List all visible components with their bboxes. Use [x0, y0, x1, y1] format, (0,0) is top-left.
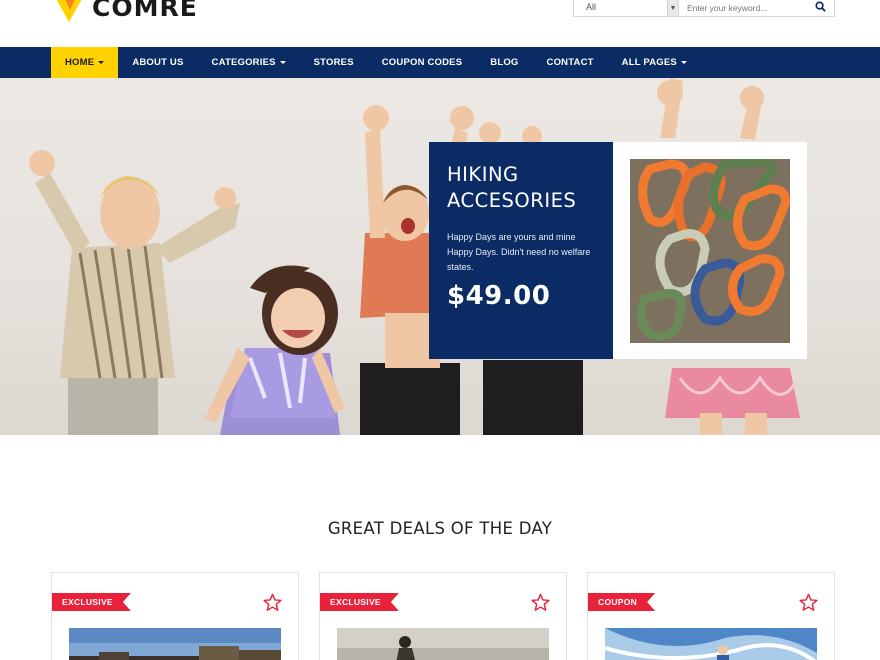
deal-image[interactable] — [337, 628, 549, 660]
promo-title-line-1: HIKING — [447, 163, 519, 186]
nav-item-home[interactable]: HOME — [51, 47, 119, 78]
nav-item-contact[interactable]: CONTACT — [533, 47, 608, 78]
nav-label: CONTACT — [546, 57, 594, 68]
nav-label: COUPON CODES — [381, 57, 463, 68]
caret-down-icon — [279, 61, 286, 64]
hero-banner: HIKING ACCESORIES Happy Days are yours a… — [0, 78, 880, 435]
caret-down-icon — [98, 61, 105, 64]
search-button[interactable] — [806, 0, 834, 16]
caret-down-icon — [680, 61, 687, 64]
product-image[interactable] — [630, 159, 790, 343]
nav-label: HOME — [65, 57, 95, 68]
main-nav: HOME ABOUT US CATEGORIES STORES COUPON C… — [0, 47, 880, 78]
site-header: COMRE All ▼ — [0, 0, 880, 47]
carabiners-image — [630, 159, 790, 343]
promo-description: Happy Days are yours and mine Happy Days… — [447, 232, 591, 272]
deal-image[interactable] — [605, 628, 817, 660]
star-icon[interactable] — [531, 593, 550, 612]
section-title-deals: GREAT DEALS OF THE DAY — [327, 519, 553, 538]
nav-label: ALL PAGES — [621, 57, 677, 68]
waterslide-image — [605, 628, 817, 660]
nav-item-all-pages[interactable]: ALL PAGES — [608, 47, 701, 78]
deal-card[interactable]: EXCLUSIVE — [51, 572, 299, 660]
logo[interactable]: COMRE — [50, 0, 198, 22]
city-skyline-image — [69, 628, 281, 660]
nav-item-blog[interactable]: BLOG — [476, 47, 532, 78]
search-category-value: All — [586, 2, 597, 12]
deal-ribbon: EXCLUSIVE — [320, 593, 399, 611]
star-icon[interactable] — [263, 593, 282, 612]
nav-item-coupon-codes[interactable]: COUPON CODES — [368, 47, 477, 78]
logo-text: COMRE — [92, 0, 198, 22]
search-category-select[interactable]: All ▼ — [574, 0, 679, 16]
nav-label: CATEGORIES — [211, 57, 276, 68]
logo-icon — [56, 0, 82, 22]
nav-label: BLOG — [490, 57, 519, 68]
deal-card[interactable]: COUPON — [587, 572, 835, 660]
star-icon[interactable] — [799, 593, 818, 612]
deal-card[interactable]: EXCLUSIVE — [319, 572, 567, 660]
search-bar: All ▼ — [573, 0, 835, 17]
search-input[interactable] — [679, 0, 806, 16]
chevron-down-icon: ▼ — [667, 0, 678, 16]
nav-item-stores[interactable]: STORES — [300, 47, 368, 78]
search-icon — [814, 1, 826, 12]
deal-ribbon: COUPON — [588, 593, 655, 611]
promo-price: $49.00 — [447, 281, 551, 311]
cyclist-image — [337, 628, 549, 660]
promo-image-frame — [613, 142, 807, 359]
promo-title-line-2: ACCESORIES — [447, 189, 577, 212]
deal-image[interactable] — [69, 628, 281, 660]
nav-item-about-us[interactable]: ABOUT US — [118, 47, 197, 78]
nav-label: ABOUT US — [132, 57, 184, 68]
promo-panel[interactable]: HIKING ACCESORIES Happy Days are yours a… — [429, 142, 613, 359]
nav-label: STORES — [313, 57, 354, 68]
nav-item-categories[interactable]: CATEGORIES — [198, 47, 300, 78]
deal-ribbon: EXCLUSIVE — [52, 593, 131, 611]
promo-title: HIKING ACCESORIES — [447, 162, 595, 214]
